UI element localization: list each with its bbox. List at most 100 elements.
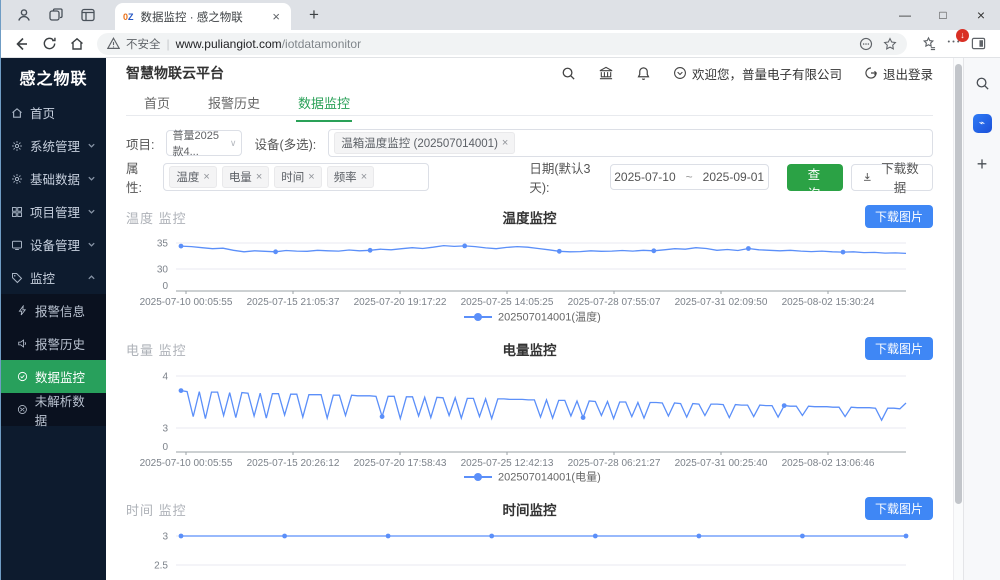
- security-label[interactable]: 不安全: [126, 36, 161, 52]
- svg-text:2025-07-31 00:25:40: 2025-07-31 00:25:40: [675, 458, 768, 469]
- svg-text:2025-07-15 20:26:12: 2025-07-15 20:26:12: [247, 458, 340, 469]
- sidebar-item-system[interactable]: 系统管理: [1, 129, 106, 162]
- svg-text:35: 35: [157, 239, 169, 250]
- date-start: 2025-07-10: [614, 170, 675, 184]
- window-minimize-button[interactable]: —: [886, 0, 924, 30]
- window-maximize-button[interactable]: □: [924, 0, 962, 30]
- svg-text:2025-07-25 12:42:13: 2025-07-25 12:42:13: [461, 458, 554, 469]
- browser-menu-icon[interactable]: ↓: [946, 34, 961, 54]
- svg-text:3: 3: [162, 424, 168, 435]
- sidebar-item-alarm-history[interactable]: 报警历史: [1, 327, 106, 360]
- gear-icon: [11, 140, 23, 152]
- chart-title: 时间监控: [126, 499, 933, 519]
- tag-remove-icon[interactable]: ×: [203, 171, 209, 183]
- scrollbar-thumb[interactable]: [955, 64, 962, 504]
- user-chevron-icon: [673, 66, 687, 80]
- chevron-down-icon: [87, 240, 96, 249]
- tag-remove-icon[interactable]: ×: [308, 171, 314, 183]
- chevron-down-icon: [87, 207, 96, 216]
- download-image-button[interactable]: 下载图片: [865, 337, 933, 360]
- svg-text:2025-07-20 19:17:22: 2025-07-20 19:17:22: [354, 297, 447, 308]
- sidebar-item-devices[interactable]: 设备管理: [1, 228, 106, 261]
- svg-text:2025-07-10 00:05:55: 2025-07-10 00:05:55: [140, 458, 233, 469]
- chevron-up-icon: [87, 273, 96, 282]
- temperature-chart-canvas: 353002025-07-10 00:05:552025-07-15 21:05…: [126, 233, 933, 323]
- svg-text:2025-07-20 17:58:43: 2025-07-20 17:58:43: [354, 458, 447, 469]
- sidebar-item-unparsed-data[interactable]: 未解析数据: [1, 393, 106, 426]
- page-scrollbar[interactable]: [953, 58, 963, 580]
- toolbar-right: ↓: [915, 34, 992, 54]
- add-sidebar-item-icon[interactable]: +: [971, 153, 993, 175]
- sidebar-item-alarm-info[interactable]: 报警信息: [1, 294, 106, 327]
- tab-alarm-history[interactable]: 报警历史: [206, 88, 262, 120]
- logout-button[interactable]: 退出登录: [864, 64, 933, 83]
- chevron-down-icon: ∨: [230, 138, 237, 149]
- profile-icon[interactable]: [11, 2, 37, 28]
- download-data-button[interactable]: 下载数据: [851, 164, 933, 191]
- sidebar-item-data-monitor[interactable]: 数据监控: [1, 360, 106, 393]
- bell-icon[interactable]: [636, 66, 651, 81]
- search-icon[interactable]: [561, 66, 576, 81]
- sidebar-item-projects[interactable]: 项目管理: [1, 195, 106, 228]
- svg-text:2025-07-25 14:05:25: 2025-07-25 14:05:25: [461, 297, 554, 308]
- chevron-down-icon: [87, 141, 96, 150]
- svg-text:4: 4: [162, 372, 168, 383]
- query-button[interactable]: 查 询: [787, 164, 844, 191]
- tag-remove-icon[interactable]: ×: [502, 137, 508, 149]
- svg-text:3: 3: [162, 532, 168, 543]
- url-text[interactable]: www.puliangiot.com/iotdatamonitor: [176, 37, 361, 51]
- circle-slash-icon: [17, 404, 28, 415]
- tab-actions-icon[interactable]: [75, 2, 101, 28]
- svg-text:2025-08-02 13:06:46: 2025-08-02 13:06:46: [782, 458, 875, 469]
- main-content: 智慧物联云平台 欢迎您，普量电子有限公司 退出登录 首页: [106, 58, 953, 580]
- download-image-button[interactable]: 下载图片: [865, 205, 933, 228]
- sidebar-item-home[interactable]: 首页: [1, 96, 106, 129]
- sidebar-item-basedata[interactable]: 基础数据: [1, 162, 106, 195]
- attr-tag-time: 时间×: [274, 166, 321, 188]
- device-tag: 温箱温度监控 (202507014001) ×: [334, 132, 515, 154]
- device-multiselect[interactable]: 温箱温度监控 (202507014001) ×: [328, 129, 933, 157]
- chart-title: 温度监控: [126, 207, 933, 227]
- window-close-button[interactable]: ×: [962, 0, 1000, 30]
- date-range-picker[interactable]: 2025-07-10 ~ 2025-09-01: [610, 164, 769, 190]
- svg-text:2025-08-02 15:30:24: 2025-08-02 15:30:24: [782, 297, 875, 308]
- collections-icon[interactable]: [921, 36, 936, 51]
- address-bar[interactable]: 不安全 | www.puliangiot.com/iotdatamonitor: [97, 33, 907, 55]
- tab-title: 数据监控 · 感之物联: [141, 9, 263, 25]
- refresh-icon[interactable]: [37, 32, 61, 56]
- shield-check-icon: [17, 371, 28, 382]
- app-root: 感之物联 首页 系统管理 基础数据 项目管理 设: [1, 58, 1000, 580]
- home-icon[interactable]: [65, 32, 89, 56]
- bank-icon[interactable]: [598, 66, 614, 81]
- sidebar-search-icon[interactable]: [971, 72, 993, 94]
- chart-section-battery: 电量 监控 电量监控 下载图片 4302025-07-10 00:05:5520…: [126, 337, 933, 483]
- app-logo: 感之物联: [1, 58, 106, 96]
- back-icon[interactable]: [9, 32, 33, 56]
- tag-remove-icon[interactable]: ×: [256, 171, 262, 183]
- edge-sidebar: ⌁ +: [963, 58, 1000, 580]
- svg-text:2025-07-28 06:21:27: 2025-07-28 06:21:27: [568, 458, 661, 469]
- tab-home[interactable]: 首页: [142, 88, 172, 120]
- new-tab-button[interactable]: +: [303, 5, 325, 25]
- copilot-icon[interactable]: ⌁: [973, 114, 992, 133]
- logout-icon: [864, 66, 878, 80]
- split-screen-icon[interactable]: [971, 36, 986, 51]
- tab-close-icon[interactable]: ×: [269, 8, 283, 25]
- sidebar-item-monitor[interactable]: 监控: [1, 261, 106, 294]
- gear-icon: [11, 173, 23, 185]
- user-menu[interactable]: 欢迎您，普量电子有限公司: [673, 64, 842, 83]
- window-controls: — □ ×: [886, 0, 1000, 30]
- tag-remove-icon[interactable]: ×: [361, 171, 367, 183]
- home-icon: [11, 107, 23, 119]
- project-select[interactable]: 普量2025款4... ∨: [166, 130, 242, 156]
- tab-data-monitor[interactable]: 数据监控: [296, 88, 352, 122]
- download-image-button[interactable]: 下载图片: [865, 497, 933, 520]
- suggestion-icon[interactable]: [859, 37, 873, 51]
- favorite-star-icon[interactable]: [883, 37, 897, 51]
- svg-text:2025-07-28 07:55:07: 2025-07-28 07:55:07: [568, 297, 661, 308]
- battery-chart-canvas: 4302025-07-10 00:05:552025-07-15 20:26:1…: [126, 365, 933, 483]
- time-chart-canvas: 32.5: [126, 525, 933, 580]
- workspaces-icon[interactable]: [43, 2, 69, 28]
- attribute-multiselect[interactable]: 温度× 电量× 时间× 频率×: [163, 163, 429, 191]
- browser-tab[interactable]: 0Z 数据监控 · 感之物联 ×: [115, 3, 291, 30]
